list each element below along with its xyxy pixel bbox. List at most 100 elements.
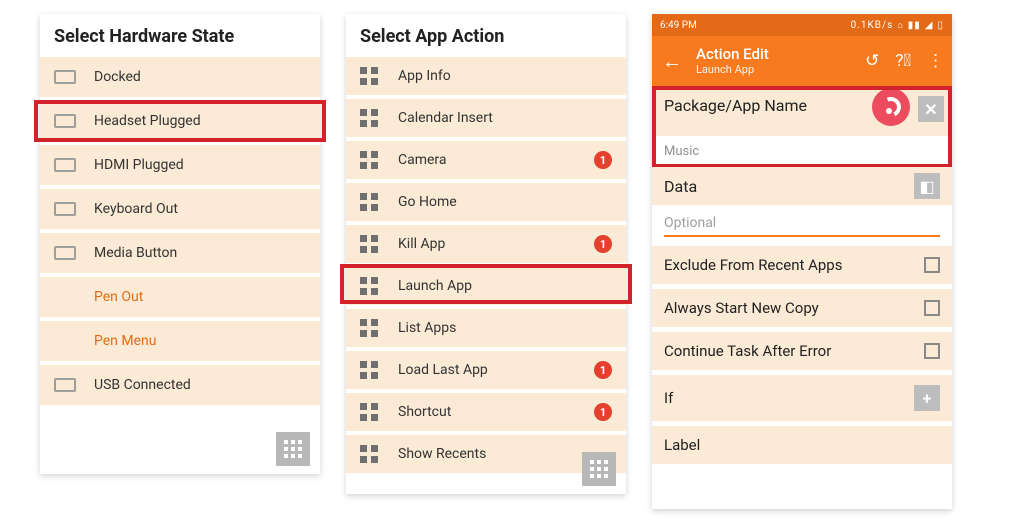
checkbox[interactable]	[924, 257, 940, 273]
row-label: If	[664, 389, 673, 407]
list-item[interactable]: Media Button	[40, 233, 320, 273]
signal-icon: ▮▮	[908, 20, 921, 31]
checkbox-row[interactable]: Exclude From Recent Apps	[652, 246, 952, 284]
count-badge: 1	[594, 151, 612, 169]
item-label: App Info	[398, 68, 612, 84]
status-time: 6:49 PM	[660, 20, 697, 31]
list-item[interactable]: Keyboard Out	[40, 189, 320, 229]
app-bar: ← Action Edit Launch App ↺ ?⃝ ⋮	[652, 36, 952, 86]
placeholder-text: Optional	[664, 215, 716, 231]
item-label: Launch App	[398, 278, 612, 294]
data-input[interactable]: Optional	[664, 211, 940, 237]
list-item[interactable]: Shortcut1	[346, 393, 626, 431]
plus-icon[interactable]: +	[914, 385, 940, 411]
item-label: Docked	[94, 69, 306, 85]
item-label: Go Home	[398, 194, 612, 210]
count-badge: 1	[594, 403, 612, 421]
app-grid-icon	[360, 109, 378, 127]
section-label: Data	[664, 177, 697, 196]
help-icon[interactable]: ?⃝	[895, 51, 911, 71]
item-label: List Apps	[398, 320, 612, 336]
row-label: Always Start New Copy	[664, 299, 819, 317]
list-item[interactable]: Calendar Insert	[346, 99, 626, 137]
list-item[interactable]: Go Home	[346, 183, 626, 221]
laptop-icon	[54, 202, 76, 216]
item-label: Show Recents	[398, 446, 612, 462]
panel-app-action: Select App Action App Info Calendar Inser…	[346, 14, 626, 494]
list-item[interactable]: HDMI Plugged	[40, 145, 320, 185]
status-net: 0.1KB/s	[851, 20, 894, 31]
list-item[interactable]: App Info	[346, 57, 626, 95]
panel-title: Select Hardware State	[40, 14, 320, 57]
section-data[interactable]: Data ◧	[652, 167, 952, 205]
item-label: Calendar Insert	[398, 110, 612, 126]
list-item[interactable]: Kill App1	[346, 225, 626, 263]
row-label[interactable]: Label	[652, 426, 952, 464]
apps-grid-button[interactable]	[276, 432, 310, 466]
apps-grid-button[interactable]	[582, 452, 616, 486]
list-item[interactable]: List Apps	[346, 309, 626, 347]
app-grid-icon	[360, 193, 378, 211]
undo-icon[interactable]: ↺	[865, 51, 879, 71]
list-item[interactable]: Docked	[40, 57, 320, 97]
bluetooth-icon: ⌂	[897, 20, 903, 31]
appbar-title: Action Edit	[696, 47, 769, 62]
section-package[interactable]: Package/App Name ✕	[652, 86, 952, 136]
back-icon[interactable]: ←	[662, 49, 682, 74]
laptop-icon	[54, 158, 76, 172]
overflow-icon[interactable]: ⋮	[927, 51, 944, 71]
app-grid-icon	[360, 151, 378, 169]
laptop-icon	[54, 246, 76, 260]
tag-icon[interactable]: ◧	[914, 173, 940, 199]
item-label: Headset Plugged	[94, 113, 306, 129]
row-if[interactable]: If +	[652, 375, 952, 421]
laptop-icon	[54, 70, 76, 84]
app-grid-icon	[360, 361, 378, 379]
list-item[interactable]: Headset Plugged	[40, 101, 320, 141]
list-item[interactable]: Camera1	[346, 141, 626, 179]
item-label: Pen Out	[94, 289, 306, 305]
checkbox-row[interactable]: Always Start New Copy	[652, 289, 952, 327]
app-grid-icon	[360, 445, 378, 463]
app-name-value: Music	[652, 136, 952, 167]
app-grid-icon	[360, 277, 378, 295]
item-label: USB Connected	[94, 377, 306, 393]
item-label: Camera	[398, 152, 594, 168]
section-label: Package/App Name	[664, 96, 807, 115]
row-label: Exclude From Recent Apps	[664, 256, 842, 274]
app-grid-icon	[360, 235, 378, 253]
checkbox-row[interactable]: Continue Task After Error	[652, 332, 952, 370]
item-label: Load Last App	[398, 362, 594, 378]
list-item[interactable]: Load Last App1	[346, 351, 626, 389]
count-badge: 1	[594, 361, 612, 379]
app-grid-icon	[360, 403, 378, 421]
wifi-icon: ◢	[925, 20, 934, 31]
panel-hardware-state: Select Hardware State Docked Headset Plug…	[40, 14, 320, 474]
item-label: Shortcut	[398, 404, 594, 420]
status-bar: 6:49 PM 0.1KB/s ⌂ ▮▮ ◢ ▯	[652, 14, 952, 36]
list-item[interactable]: Pen Out	[40, 277, 320, 317]
panel-title: Select App Action	[346, 14, 626, 57]
count-badge: 1	[594, 235, 612, 253]
laptop-icon	[54, 378, 76, 392]
appbar-subtitle: Launch App	[696, 64, 769, 75]
item-label: Pen Menu	[94, 333, 306, 349]
item-label: Keyboard Out	[94, 201, 306, 217]
list-item[interactable]: USB Connected	[40, 365, 320, 405]
item-label: Kill App	[398, 236, 594, 252]
expand-icon[interactable]: ✕	[918, 96, 944, 122]
list-item[interactable]: Pen Menu	[40, 321, 320, 361]
item-label: Media Button	[94, 245, 306, 261]
row-label: Label	[664, 436, 700, 454]
checkbox[interactable]	[924, 343, 940, 359]
row-label: Continue Task After Error	[664, 342, 831, 360]
app-grid-icon	[360, 319, 378, 337]
battery-icon: ▯	[937, 20, 944, 31]
item-label: HDMI Plugged	[94, 157, 306, 173]
laptop-icon	[54, 114, 76, 128]
app-grid-icon	[360, 67, 378, 85]
panel-action-edit: 6:49 PM 0.1KB/s ⌂ ▮▮ ◢ ▯ ← Action Edit L…	[652, 14, 952, 509]
music-app-icon[interactable]	[872, 88, 910, 126]
list-item[interactable]: Launch App	[346, 267, 626, 305]
checkbox[interactable]	[924, 300, 940, 316]
